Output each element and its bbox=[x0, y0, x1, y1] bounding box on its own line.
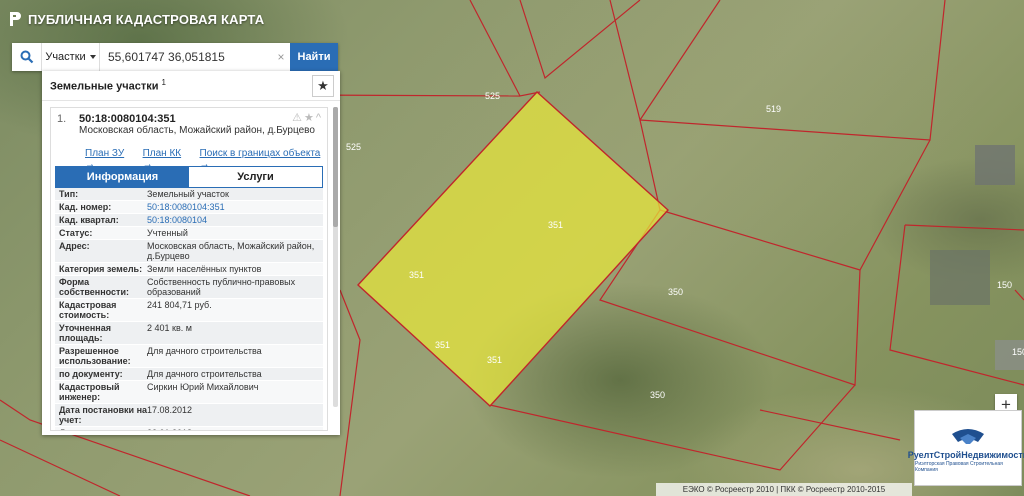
info-value: Для дачного строительства bbox=[147, 369, 262, 379]
info-key: Дата изменения сведений в ГКН: bbox=[55, 428, 147, 430]
close-icon[interactable]: × bbox=[272, 43, 290, 71]
info-key: Кад. номер: bbox=[59, 202, 112, 212]
parcel-label: 150 bbox=[1012, 347, 1024, 357]
panel-header: Земельные участки 1 ★ bbox=[42, 71, 340, 101]
info-key: Форма собственности: bbox=[59, 277, 129, 297]
info-value: 22.01.2018 bbox=[147, 428, 323, 430]
app-header: ПУБЛИЧНАЯ КАДАСТРОВАЯ КАРТА bbox=[8, 10, 264, 28]
building bbox=[975, 145, 1015, 185]
info-key: Статус: bbox=[59, 228, 93, 238]
panel-scrollbar[interactable] bbox=[333, 107, 338, 407]
result-card: 1. 50:18:0080104:351 Московская область,… bbox=[50, 107, 328, 431]
info-row: Категория земель: Земли населённых пункто… bbox=[55, 263, 323, 276]
result-count: 1 bbox=[161, 78, 166, 88]
info-row: Адрес: Московская область, Можайский райо… bbox=[55, 240, 323, 263]
selected-parcel[interactable] bbox=[357, 91, 669, 407]
info-row: Кад. номер: 50:18:0080104:351 bbox=[55, 201, 323, 214]
scrollbar-thumb[interactable] bbox=[333, 107, 338, 227]
info-value[interactable]: 50:18:0080104 bbox=[147, 215, 323, 225]
search-button[interactable]: Найти bbox=[290, 43, 338, 71]
info-value: Сиркин Юрий Михайлович bbox=[147, 382, 259, 392]
parcel-label: 350 bbox=[650, 390, 665, 400]
info-value: Учтенный bbox=[147, 228, 188, 238]
info-key: по документу: bbox=[59, 369, 123, 379]
info-value: Собственность публично-правовых образова… bbox=[147, 277, 296, 297]
app-title: ПУБЛИЧНАЯ КАДАСТРОВАЯ КАРТА bbox=[28, 11, 265, 27]
parcel-label: 525 bbox=[485, 91, 500, 101]
star-icon[interactable]: ★ bbox=[312, 74, 334, 97]
logo-icon bbox=[10, 12, 21, 26]
info-key: Дата постановки на учет: bbox=[59, 405, 148, 425]
info-key: Тип: bbox=[59, 189, 79, 199]
parcel-label: 351 bbox=[487, 355, 502, 365]
info-value: Земли населённых пунктов bbox=[147, 264, 262, 274]
handshake-icon bbox=[952, 428, 984, 444]
link-plan-zu[interactable]: План ЗУ → bbox=[85, 148, 135, 170]
info-row: по документу: Для дачного строительства bbox=[55, 368, 323, 381]
info-row: Тип: Земельный участок bbox=[55, 188, 323, 201]
search-bar: Участки × Найти bbox=[12, 43, 338, 71]
parcel-label: 351 bbox=[435, 340, 450, 350]
brand-logo: РуелтСтройНедвижимость Риэлторская Право… bbox=[908, 410, 1024, 486]
info-row: Уточненная площадь: 2 401 кв. м bbox=[55, 322, 323, 345]
search-type-label: Участки bbox=[45, 51, 86, 63]
parcel-label: 150 bbox=[997, 280, 1012, 290]
search-icon[interactable] bbox=[12, 43, 42, 71]
info-key: Разрешенное использование: bbox=[59, 346, 131, 366]
info-value: 17.08.2012 bbox=[147, 405, 193, 415]
info-key: Категория земель: bbox=[59, 264, 143, 274]
link-search-bounds[interactable]: Поиск в границах объекта → bbox=[200, 148, 327, 170]
info-value: Московская область, Можайский район, д.Б… bbox=[147, 241, 315, 261]
tab-services[interactable]: Услуги bbox=[189, 167, 322, 187]
results-panel: Земельные участки 1 ★ 1. 50:18:0080104:3… bbox=[42, 71, 340, 435]
tab-info[interactable]: Информация bbox=[56, 167, 189, 187]
parcel-label: 519 bbox=[766, 104, 781, 114]
info-value: Земельный участок bbox=[147, 189, 229, 199]
info-row: Разрешенное использование: Для дачного ст… bbox=[55, 345, 323, 368]
parcel-label: 351 bbox=[409, 270, 424, 280]
info-value: 241 804,71 руб. bbox=[147, 300, 212, 310]
warning-icon[interactable]: ⚠★^ bbox=[292, 111, 323, 124]
info-row: Дата изменения сведений в ГКН:22.01.2018 bbox=[55, 427, 323, 430]
info-key: Кадастровый инженер: bbox=[59, 382, 120, 402]
parcel-label: 350 bbox=[668, 287, 683, 297]
result-tabs: Информация Услуги bbox=[55, 166, 323, 188]
info-row: Дата постановки на учет: 17.08.2012 bbox=[55, 404, 323, 427]
search-type-select[interactable]: Участки bbox=[42, 43, 100, 71]
info-key: Уточненная площадь: bbox=[59, 323, 111, 343]
result-cad-number[interactable]: 50:18:0080104:351 bbox=[79, 113, 176, 125]
panel-title-text: Земельные участки bbox=[50, 80, 159, 93]
brand-subtitle: Риэлторская Правовая Строительная Компан… bbox=[915, 460, 1003, 473]
info-table: Тип: Земельный участок Кад. номер: 50:18:00… bbox=[55, 188, 323, 430]
result-address: Московская область, Можайский район, д.Б… bbox=[79, 125, 315, 136]
parcel-label: 525 bbox=[346, 142, 361, 152]
info-row: Кадастровый инженер: Сиркин Юрий Михайлов… bbox=[55, 381, 323, 404]
result-links: План ЗУ → План КК → Поиск в границах объ… bbox=[51, 148, 327, 170]
link-plan-kk[interactable]: План КК → bbox=[143, 148, 192, 170]
map-attribution: ЕЭКО © Росреестр 2010 | ПКК © Росреестр … bbox=[656, 483, 912, 496]
info-key: Адрес: bbox=[59, 241, 90, 251]
info-row: Форма собственности: Собственность публич… bbox=[55, 276, 323, 299]
result-header: 1. 50:18:0080104:351 Московская область,… bbox=[51, 108, 327, 148]
panel-title: Земельные участки 1 bbox=[50, 78, 166, 93]
parcel-label: 351 bbox=[548, 220, 563, 230]
info-key: Кадастровая стоимость: bbox=[59, 300, 117, 320]
chevron-down-icon bbox=[89, 55, 96, 59]
info-row: Статус: Учтенный bbox=[55, 227, 323, 240]
info-row: Кад. квартал: 50:18:0080104 bbox=[55, 214, 323, 227]
result-index: 1. bbox=[57, 113, 67, 125]
brand-name: РуелтСтройНедвижимость bbox=[907, 449, 1024, 460]
info-row: Кадастровая стоимость: 241 804,71 руб. bbox=[55, 299, 323, 322]
info-value: Для дачного строительства bbox=[147, 346, 262, 356]
info-value[interactable]: 50:18:0080104:351 bbox=[147, 202, 323, 212]
info-value: 2 401 кв. м bbox=[147, 323, 192, 333]
search-input[interactable] bbox=[100, 43, 272, 71]
building bbox=[930, 250, 990, 305]
info-key: Кад. квартал: bbox=[59, 215, 119, 225]
